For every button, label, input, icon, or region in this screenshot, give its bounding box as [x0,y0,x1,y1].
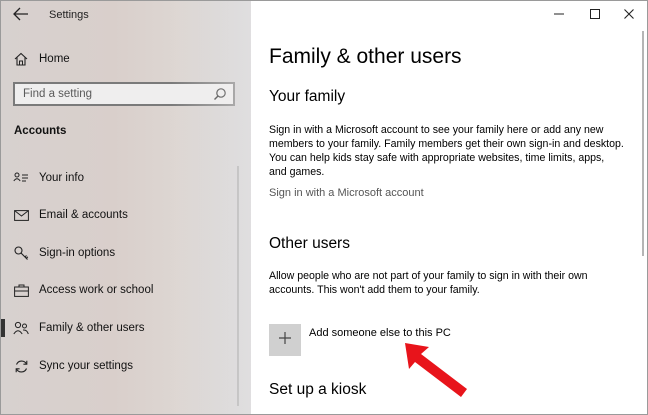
key-icon [13,245,29,261]
people-icon [13,320,29,336]
sidebar-item-access-work-school[interactable]: Access work or school [1,275,241,305]
page-title: Family & other users [269,45,462,68]
back-arrow-icon[interactable] [13,7,31,23]
sync-icon [13,358,29,374]
your-family-heading: Your family [269,88,346,105]
sidebar-item-label: Email & accounts [39,209,128,221]
sidebar-item-label: Your info [39,172,84,184]
search-icon[interactable] [213,87,227,101]
sidebar: Settings Home Find a setting Accounts Yo… [1,1,251,414]
other-users-heading: Other users [269,235,350,252]
add-someone-else-label[interactable]: Add someone else to this PC [309,327,451,339]
sidebar-item-label: Access work or school [39,284,154,296]
sidebar-item-label: Sync your settings [39,360,133,372]
sign-in-microsoft-link[interactable]: Sign in with a Microsoft account [269,187,424,199]
add-user-button[interactable] [269,324,301,356]
other-users-description: Allow people who are not part of your fa… [269,270,588,296]
briefcase-icon [13,282,29,298]
your-family-description: Sign in with a Microsoft account to see … [269,124,624,178]
settings-window: Settings Home Find a setting Accounts Yo… [0,0,648,415]
sidebar-item-label: Family & other users [39,322,145,334]
close-icon[interactable] [619,5,639,23]
person-card-icon [13,170,29,186]
home-icon [13,51,29,67]
main-scrollbar[interactable] [642,31,644,256]
maximize-icon[interactable] [585,5,605,23]
sidebar-item-sign-in-options[interactable]: Sign-in options [1,238,241,268]
app-title: Settings [49,9,89,21]
sidebar-scrollbar[interactable] [237,166,239,406]
sidebar-item-home[interactable]: Home [1,44,241,74]
sidebar-item-email-accounts[interactable]: Email & accounts [1,200,241,230]
search-input[interactable]: Find a setting [13,82,235,106]
mail-icon [13,207,29,223]
search-placeholder: Find a setting [23,88,93,100]
annotation-arrow-icon [405,343,467,397]
section-title: Accounts [14,125,67,137]
sidebar-item-sync-settings[interactable]: Sync your settings [1,351,241,381]
plus-icon [278,331,292,350]
sidebar-item-your-info[interactable]: Your info [1,163,241,193]
sidebar-item-family-other-users[interactable]: Family & other users [1,313,241,343]
kiosk-heading: Set up a kiosk [269,381,367,398]
sidebar-item-label: Sign-in options [39,247,116,259]
minimize-icon[interactable] [549,5,569,23]
sidebar-item-label: Home [39,53,70,65]
